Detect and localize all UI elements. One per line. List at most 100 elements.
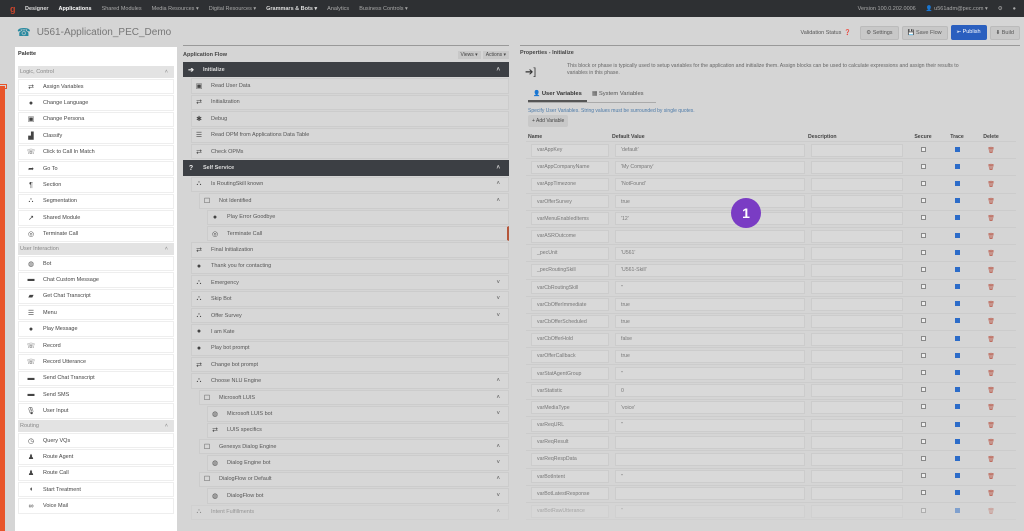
name-field[interactable]: varAppTimezone <box>531 177 609 191</box>
chevron-up-icon[interactable]: ˄ <box>165 69 168 75</box>
name-field[interactable]: varCbOfferScheduled <box>531 315 609 329</box>
default-value-field[interactable]: 'U561' <box>615 246 805 260</box>
trace-checkbox[interactable] <box>954 387 960 393</box>
palette-item[interactable]: ▬ Send SMS <box>18 387 174 403</box>
flow-block[interactable]: ◍ Dialog Engine bot ˅ <box>207 455 509 471</box>
description-field[interactable] <box>811 367 903 381</box>
trash-icon[interactable]: 🗑 <box>987 302 995 308</box>
trace-checkbox[interactable] <box>954 438 960 444</box>
secure-checkbox[interactable] <box>920 507 926 513</box>
description-field[interactable] <box>811 349 903 363</box>
name-field[interactable]: varBotIntent <box>531 470 609 484</box>
description-field[interactable] <box>811 315 903 329</box>
trash-icon[interactable]: 🗑 <box>987 216 995 222</box>
flow-block[interactable]: ⛬ Is RoutingSkill known ˄ <box>191 176 509 193</box>
chevron-up-icon[interactable]: ˄ <box>496 395 500 401</box>
flow-block[interactable]: ● I am Kate <box>191 324 509 340</box>
secure-checkbox[interactable] <box>920 370 926 376</box>
palette-item[interactable]: ● Change Language <box>18 95 174 111</box>
palette-item[interactable]: ⛬ Segmentation <box>18 193 174 210</box>
trash-icon[interactable]: 🗑 <box>987 509 995 515</box>
chevron-up-icon[interactable]: ˄ <box>496 198 500 204</box>
chevron-up-icon[interactable]: ˄ <box>496 181 500 187</box>
nav-item[interactable]: Media Resources ▾ <box>152 6 199 12</box>
nav-item[interactable]: Shared Modules <box>102 6 142 12</box>
secure-checkbox[interactable] <box>920 318 926 324</box>
nav-item[interactable]: Business Controls ▾ <box>359 6 408 12</box>
trace-checkbox[interactable] <box>954 284 960 290</box>
flow-block[interactable]: ⛬ Intent Fulfillments ˄ <box>191 504 509 520</box>
secure-checkbox[interactable] <box>920 215 926 221</box>
trash-icon[interactable]: 🗑 <box>987 474 995 480</box>
description-field[interactable] <box>811 160 903 174</box>
trash-icon[interactable]: 🗑 <box>987 268 995 274</box>
secure-checkbox[interactable] <box>920 180 926 186</box>
trash-icon[interactable]: 🗑 <box>987 440 995 446</box>
palette-item[interactable]: ☰ Menu <box>18 305 174 321</box>
default-value-field[interactable]: '' <box>615 504 805 518</box>
trash-icon[interactable]: 🗑 <box>987 199 995 205</box>
name-field[interactable]: _pecRoutingSkill <box>531 263 609 277</box>
default-value-field[interactable]: true <box>615 349 805 363</box>
trash-icon[interactable]: 🗑 <box>987 388 995 394</box>
secure-checkbox[interactable] <box>920 335 926 341</box>
trash-icon[interactable]: 🗑 <box>987 491 995 497</box>
palette-section-header[interactable]: User Interaction ˄ <box>18 242 174 255</box>
palette-item[interactable]: ☏ Record Utterance <box>18 354 174 370</box>
palette-item[interactable]: ◍ Bot <box>18 255 174 272</box>
trace-checkbox[interactable] <box>954 421 960 427</box>
flow-block[interactable]: ⇄ Initialization <box>191 94 509 111</box>
palette-item[interactable]: ♟ Route Call <box>18 465 174 481</box>
flow-block[interactable]: ☐ DialogFlow or Default ˄ <box>199 471 509 488</box>
palette-item[interactable]: ◷ Query VQs <box>18 432 174 449</box>
trash-icon[interactable]: 🗑 <box>987 319 995 325</box>
name-field[interactable]: varReqRespData <box>531 452 609 466</box>
description-field[interactable] <box>811 504 903 518</box>
description-field[interactable] <box>811 177 903 191</box>
palette-item[interactable]: ▟ Classify <box>18 128 174 144</box>
description-field[interactable] <box>811 452 903 466</box>
trash-icon[interactable]: 🗑 <box>987 148 995 154</box>
name-field[interactable]: varOfferSurvey <box>531 195 609 209</box>
flow-block[interactable]: ✱ Debug <box>191 111 509 127</box>
name-field[interactable]: varOfferCallback <box>531 349 609 363</box>
settings-button[interactable]: ⚙ Settings <box>860 25 899 40</box>
secure-checkbox[interactable] <box>920 249 926 255</box>
secure-checkbox[interactable] <box>920 352 926 358</box>
name-field[interactable]: varStatAgentGroup <box>531 367 609 381</box>
flow-block[interactable]: ▣ Read User Data <box>191 78 509 94</box>
default-value-field[interactable]: '' <box>615 470 805 484</box>
palette-item[interactable]: ◎ Terminate Call <box>18 226 174 242</box>
name-field[interactable]: varAppKey <box>531 143 609 157</box>
chevron-up-icon[interactable]: ˄ <box>165 423 168 429</box>
palette-item[interactable]: ● Play Message <box>18 321 174 337</box>
palette-item[interactable]: 🎙 User Input <box>18 403 174 419</box>
nav-item[interactable]: Digital Resources ▾ <box>209 6 256 12</box>
trace-checkbox[interactable] <box>954 266 960 272</box>
flow-block[interactable]: ◍ Microsoft LUIS bot ˅ <box>207 406 509 422</box>
user-menu[interactable]: 👤 u561adm@pec.com ▾ <box>926 6 988 12</box>
trace-checkbox[interactable] <box>954 232 960 238</box>
name-field[interactable]: varAppCompanyName <box>531 160 609 174</box>
default-value-field[interactable]: false <box>615 332 805 346</box>
description-field[interactable] <box>811 332 903 346</box>
palette-item[interactable]: ☏ Record <box>18 337 174 354</box>
trash-icon[interactable]: 🗑 <box>987 371 995 377</box>
description-field[interactable] <box>811 212 903 226</box>
default-value-field[interactable]: '' <box>615 418 805 432</box>
palette-item[interactable]: ◖ Start Treatment <box>18 481 174 498</box>
name-field[interactable]: varCbOfferImmediate <box>531 298 609 312</box>
palette-item[interactable]: ☏ Click to Call In Match <box>18 144 174 160</box>
palette-item[interactable]: ¶ Section <box>18 177 174 193</box>
trace-checkbox[interactable] <box>954 180 960 186</box>
save-flow-button[interactable]: 💾 Save Flow <box>901 25 948 40</box>
name-field[interactable]: varReqURL <box>531 418 609 432</box>
default-value-field[interactable]: true <box>615 195 805 209</box>
chevron-up-icon[interactable]: ˄ <box>496 165 500 171</box>
palette-item[interactable]: ➦ Go To <box>18 160 174 177</box>
trace-checkbox[interactable] <box>954 507 960 513</box>
trash-icon[interactable]: 🗑 <box>987 423 995 429</box>
flow-block[interactable]: ⛬ Skip Bot ˅ <box>191 291 509 307</box>
secure-checkbox[interactable] <box>920 146 926 152</box>
default-value-field[interactable]: true <box>615 298 805 312</box>
